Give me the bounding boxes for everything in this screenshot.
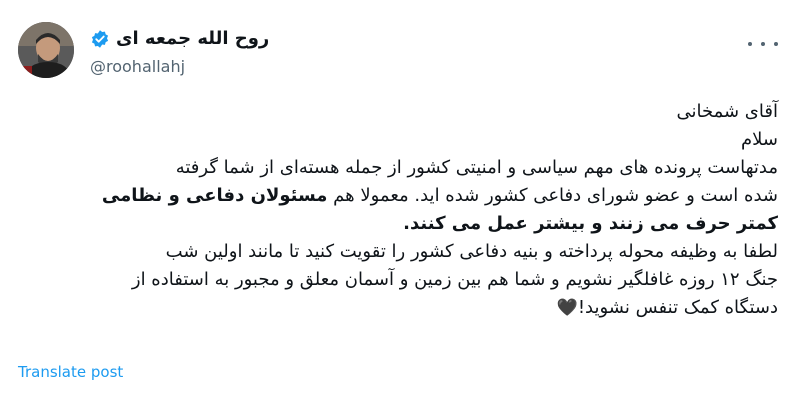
tweet-line-greeting: آقای شمخانی (676, 101, 778, 122)
tweet-line-2-normal: شده است و عضو شورای دفاعی کشور شده اید. … (327, 185, 778, 206)
avatar-photo (18, 22, 74, 78)
more-dot (761, 42, 765, 46)
more-options-button[interactable] (748, 34, 778, 54)
tweet-line-1: مدتهاست پرونده های مهم سیاسی و امنیتی کش… (175, 157, 778, 178)
tweet-line-3-bold: کمتر حرف می زنند و بیشتر عمل می کنند. (403, 213, 778, 234)
avatar[interactable] (18, 22, 74, 78)
black-heart-icon: 🖤 (556, 298, 578, 318)
tweet-line-6: دستگاه کمک تنفس نشوید!🖤 (30, 294, 778, 322)
tweet-line-6-text: دستگاه کمک تنفس نشوید! (577, 297, 778, 318)
tweet-line-salam: سلام (741, 129, 778, 150)
tweet-line-4: لطفا به وظیفه محوله پرداخته و بنیه دفاعی… (165, 241, 778, 262)
tweet-text: آقای شمخانی سلام مدتهاست پرونده های مهم … (30, 98, 778, 322)
tweet-line-2: شده است و عضو شورای دفاعی کشور شده اید. … (30, 182, 778, 210)
author-handle[interactable]: @roohallahj (90, 57, 185, 76)
more-horizontal-icon (748, 42, 752, 46)
verified-badge-icon (91, 29, 109, 48)
tweet-card: روح الله جمعه ای @roohallahj آقای شمخانی… (0, 0, 800, 400)
tweet-line-3: کمتر حرف می زنند و بیشتر عمل می کنند. (30, 210, 778, 238)
tweet-line-2-bold: مسئولان دفاعی و نظامی (101, 185, 328, 206)
more-dot (774, 42, 778, 46)
author-name-text: روح الله جمعه ای (116, 28, 270, 49)
author-display-name[interactable]: روح الله جمعه ای (90, 28, 269, 49)
translate-post-link[interactable]: Translate post (18, 363, 123, 381)
tweet-line-5: جنگ ۱۲ روزه غافلگیر نشویم و شما هم بین ز… (131, 269, 778, 290)
